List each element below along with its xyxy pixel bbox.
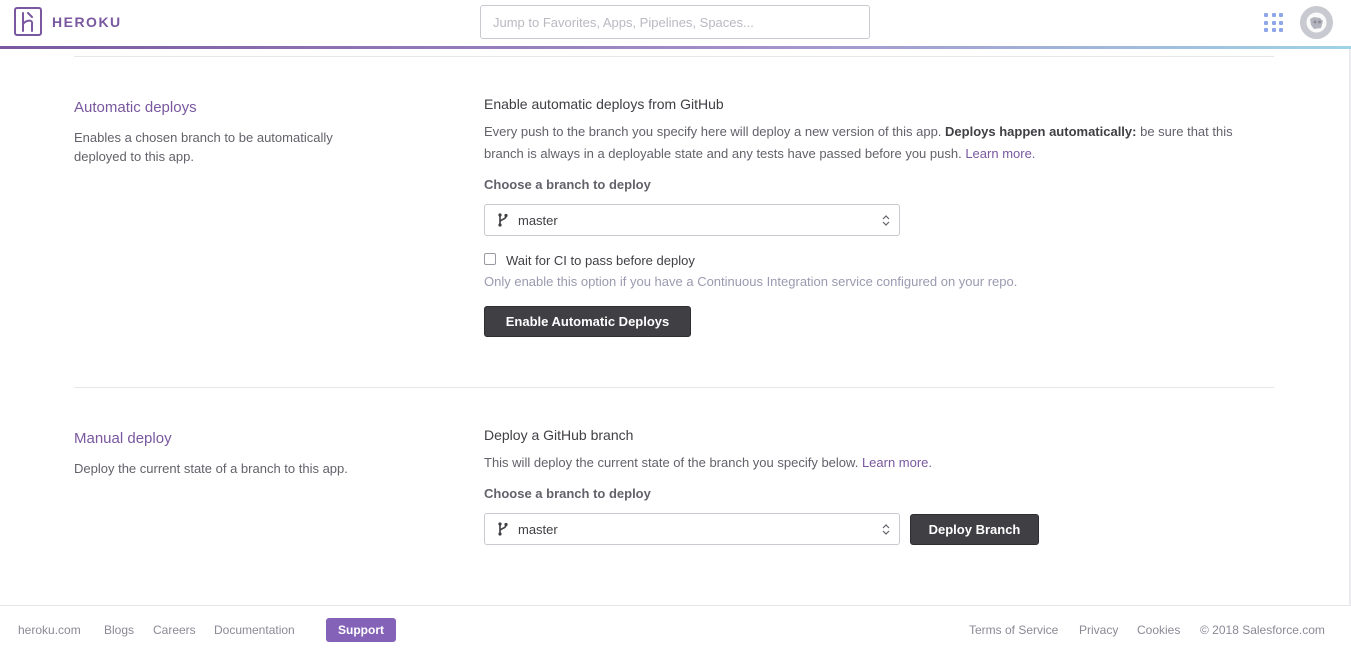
section-divider [74,387,1274,388]
footer-copyright: © 2018 Salesforce.com [1200,623,1325,637]
select-chevron-icon [882,524,890,535]
manual-deploy-heading: Deploy a GitHub branch [484,427,634,443]
select-chevron-icon [882,215,890,226]
footer-link-blogs[interactable]: Blogs [104,623,134,637]
search-input[interactable] [480,5,870,39]
apps-grid-icon[interactable] [1264,13,1283,32]
footer-link-documentation[interactable]: Documentation [214,623,295,637]
para-text: This will deploy the current state of th… [484,455,859,470]
manual-deploy-paragraph: This will deploy the current state of th… [484,452,1274,474]
footer-link-careers[interactable]: Careers [153,623,196,637]
automatic-deploys-paragraph: Every push to the branch you specify her… [484,121,1274,165]
top-header: HEROKU [0,0,1351,50]
brand-name[interactable]: HEROKU [52,14,122,30]
learn-more-link[interactable]: Learn more. [965,146,1035,161]
git-branch-icon [498,522,508,536]
wait-for-ci-checkbox[interactable] [484,252,496,265]
branch-label: Choose a branch to deploy [484,177,651,192]
footer-link-cookies[interactable]: Cookies [1137,623,1180,637]
selected-branch: master [518,212,558,228]
learn-more-link[interactable]: Learn more. [862,455,932,470]
branch-label: Choose a branch to deploy [484,486,651,501]
automatic-deploys-title: Automatic deploys [74,99,197,116]
manual-branch-select[interactable]: master [484,513,900,545]
selected-branch: master [518,521,558,537]
ci-hint-text: Only enable this option if you have a Co… [484,274,1018,289]
manual-deploy-description: Deploy the current state of a branch to … [74,461,348,476]
wait-for-ci-label[interactable]: Wait for CI to pass before deploy [506,253,695,268]
manual-deploy-title: Manual deploy [74,430,172,447]
enable-automatic-deploys-button[interactable]: Enable Automatic Deploys [484,306,691,337]
heroku-logo-icon[interactable] [14,7,42,36]
footer-link-heroku[interactable]: heroku.com [18,623,81,637]
section-divider [74,56,1274,57]
automatic-deploys-description: Enables a chosen branch to be automatica… [74,130,333,164]
wait-for-ci-row: Wait for CI to pass before deploy [484,249,695,268]
automatic-deploys-heading: Enable automatic deploys from GitHub [484,96,724,112]
para-text: Every push to the branch you specify her… [484,124,942,139]
auto-branch-select[interactable]: master [484,204,900,236]
support-button[interactable]: Support [326,618,396,642]
para-bold-text: Deploys happen automatically: [945,124,1137,139]
footer-divider [0,605,1351,606]
avatar[interactable] [1300,6,1333,39]
header-accent-bar [0,46,1351,49]
footer-link-terms[interactable]: Terms of Service [969,623,1058,637]
user-avatar-icon [1300,6,1333,39]
footer-link-privacy[interactable]: Privacy [1079,623,1118,637]
deploy-branch-button[interactable]: Deploy Branch [910,514,1039,545]
git-branch-icon [498,213,508,227]
